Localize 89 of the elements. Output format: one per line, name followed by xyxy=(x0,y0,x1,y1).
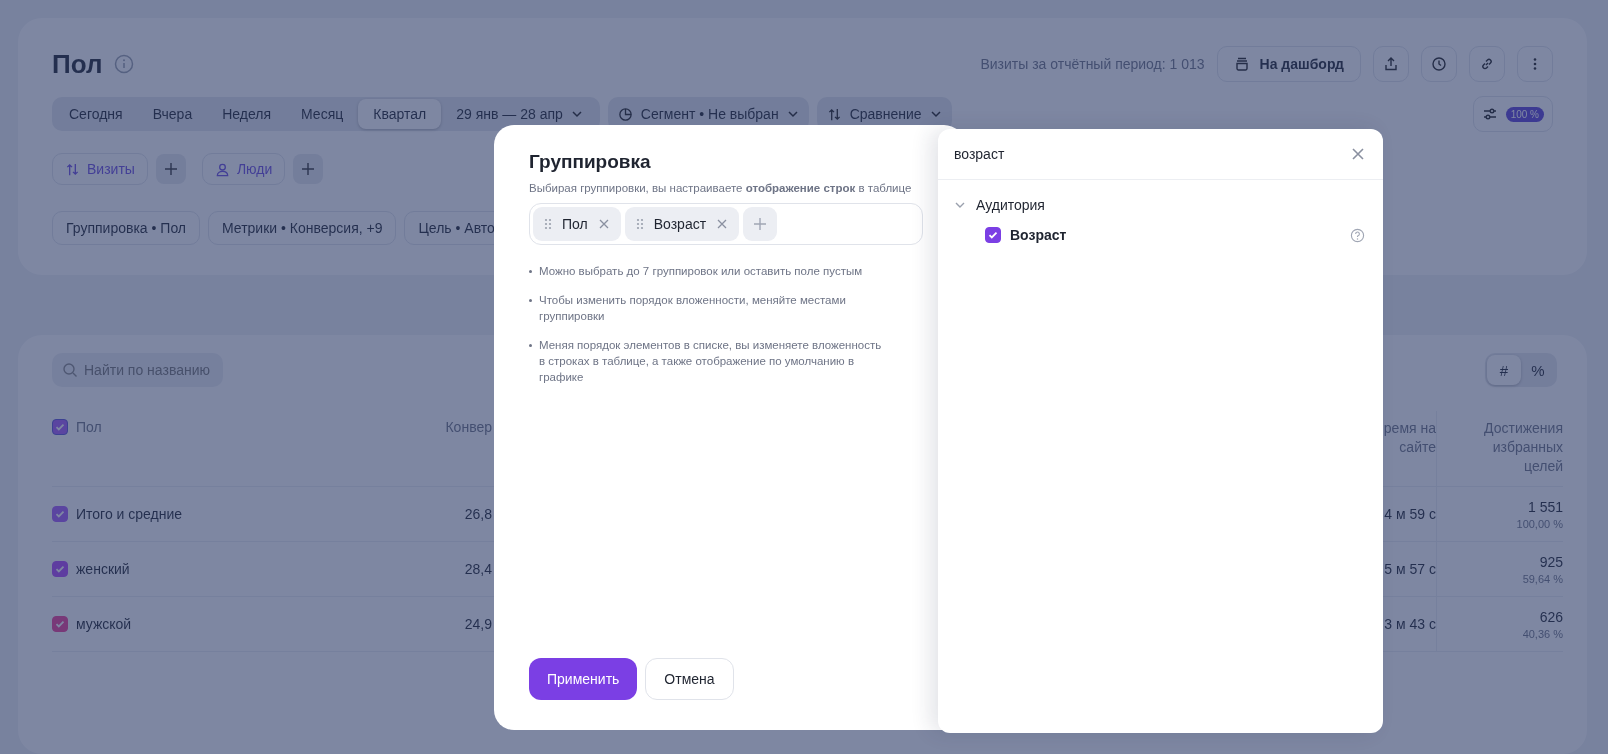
chevron-icon xyxy=(570,108,583,120)
metric-chip[interactable]: Люди xyxy=(201,153,286,185)
period-tab[interactable]: Квартал xyxy=(358,99,442,129)
period-tab[interactable]: Сегодня xyxy=(54,99,138,129)
grouping-chip[interactable]: Пол xyxy=(533,207,621,241)
person-icon xyxy=(214,161,230,177)
help-icon[interactable] xyxy=(1350,227,1365,243)
upload-icon xyxy=(1383,56,1399,72)
add-grouping-button[interactable] xyxy=(743,207,778,241)
settings-button[interactable]: 100 % xyxy=(1472,96,1553,132)
check-icon xyxy=(54,508,66,520)
clock-icon xyxy=(1431,56,1447,72)
row-label: женский xyxy=(76,561,130,577)
chevron-icon xyxy=(786,108,799,120)
date-range-dropdown[interactable]: 29 янв — 28 апр xyxy=(441,99,598,129)
grouping-field[interactable]: Пол Возраст xyxy=(529,203,923,245)
checkbox[interactable] xyxy=(52,561,68,577)
link-icon xyxy=(1479,56,1495,72)
table-cell: 28,4 xyxy=(464,561,492,577)
row-label: мужской xyxy=(76,616,132,632)
visits-summary: Визиты за отчётный период: 1 013 xyxy=(980,56,1205,72)
metric-chip[interactable]: Визиты xyxy=(52,153,148,185)
checkbox[interactable] xyxy=(52,419,68,435)
dialog-title: Группировка xyxy=(529,151,652,173)
close-icon[interactable] xyxy=(597,218,610,230)
arrows-icon xyxy=(826,106,842,122)
plus-icon xyxy=(752,216,769,232)
cancel-button[interactable]: Отмена xyxy=(645,658,734,700)
add-metric-button[interactable] xyxy=(293,154,324,184)
page-title: Пол xyxy=(52,48,103,80)
category-label[interactable]: Аудитория xyxy=(976,197,1045,213)
view-toggle-button[interactable]: # xyxy=(1487,355,1521,385)
grouping-chip[interactable]: Возраст xyxy=(624,207,740,241)
checkbox[interactable] xyxy=(52,616,68,632)
table-cell: 5 м 57 с xyxy=(1384,561,1436,577)
bullet-icon xyxy=(529,344,532,347)
view-toggle-button[interactable]: % xyxy=(1521,355,1555,385)
option-label[interactable]: Возраст xyxy=(1010,227,1341,243)
column-header[interactable]: Конвер xyxy=(445,419,492,435)
row-label: Итого и средние xyxy=(76,506,183,522)
table-cell: 26,8 xyxy=(464,506,492,522)
plus-icon xyxy=(162,161,179,177)
share-value: 59,64 % xyxy=(1522,572,1563,585)
sliders-icon xyxy=(1481,106,1498,122)
add-metric-button[interactable] xyxy=(155,154,186,184)
info-icon[interactable] xyxy=(114,54,135,74)
table-cell: 3 м 43 с xyxy=(1384,616,1436,632)
bullet-icon xyxy=(529,270,532,273)
drag-handle-icon[interactable] xyxy=(635,218,644,230)
plus-icon xyxy=(300,161,317,177)
drag-handle-icon[interactable] xyxy=(544,218,552,230)
bullet-icon xyxy=(529,299,532,302)
checkbox[interactable] xyxy=(52,506,68,522)
checkbox[interactable] xyxy=(985,227,1001,243)
column-header[interactable]: ремя на сайте xyxy=(1380,419,1436,457)
dashboard-button[interactable]: На дашборд xyxy=(1216,46,1361,82)
check-icon xyxy=(54,618,66,630)
hint-text: Меняя порядок элементов в списке, вы изменяете вложенность в строках в таблице, а также отображение по умолчанию в графике xyxy=(539,338,883,385)
period-tab[interactable]: Неделя xyxy=(207,99,287,129)
share-button[interactable] xyxy=(1373,46,1409,82)
table-cell: 626 xyxy=(1539,608,1563,625)
period-tab[interactable]: Месяц xyxy=(286,99,359,129)
close-icon[interactable] xyxy=(716,218,729,230)
zoom-badge: 100 % xyxy=(1505,106,1544,122)
table-cell: 1 551 xyxy=(1527,498,1563,515)
apply-button[interactable]: Применить xyxy=(529,658,638,700)
column-header[interactable]: Достижения избранных целей xyxy=(1471,419,1563,476)
arrows-icon xyxy=(65,161,80,177)
hint-text: Можно выбрать до 7 группировок или оставить поле пустым xyxy=(539,264,863,279)
period-tab[interactable]: Вчера xyxy=(137,99,208,129)
table-cell: 4 м 59 с xyxy=(1384,506,1436,522)
pie-chart-icon xyxy=(617,106,633,122)
filter-chip[interactable]: Метрики • Конверсия, +9 xyxy=(208,211,397,245)
column-header[interactable]: Пол xyxy=(76,419,102,435)
history-button[interactable] xyxy=(1421,46,1457,82)
filter-chip[interactable]: Группировка • Пол xyxy=(52,211,201,245)
table-cell: 24,9 xyxy=(464,616,492,632)
check-icon xyxy=(54,563,66,575)
chevron-icon xyxy=(929,108,942,120)
share-value: 100,00 % xyxy=(1516,517,1563,530)
link-button[interactable] xyxy=(1469,46,1505,82)
stack-icon xyxy=(1233,56,1250,72)
dialog-subtitle: Выбирая группировки, вы настраиваете отображение строк в таблице xyxy=(529,182,913,194)
check-icon xyxy=(987,229,999,241)
close-icon[interactable] xyxy=(1351,147,1365,161)
check-icon xyxy=(54,421,66,433)
table-cell: 925 xyxy=(1539,553,1563,570)
share-value: 40,36 % xyxy=(1522,627,1563,640)
hint-text: Чтобы изменить порядок вложенности, меняйте местами группировки xyxy=(539,293,847,324)
